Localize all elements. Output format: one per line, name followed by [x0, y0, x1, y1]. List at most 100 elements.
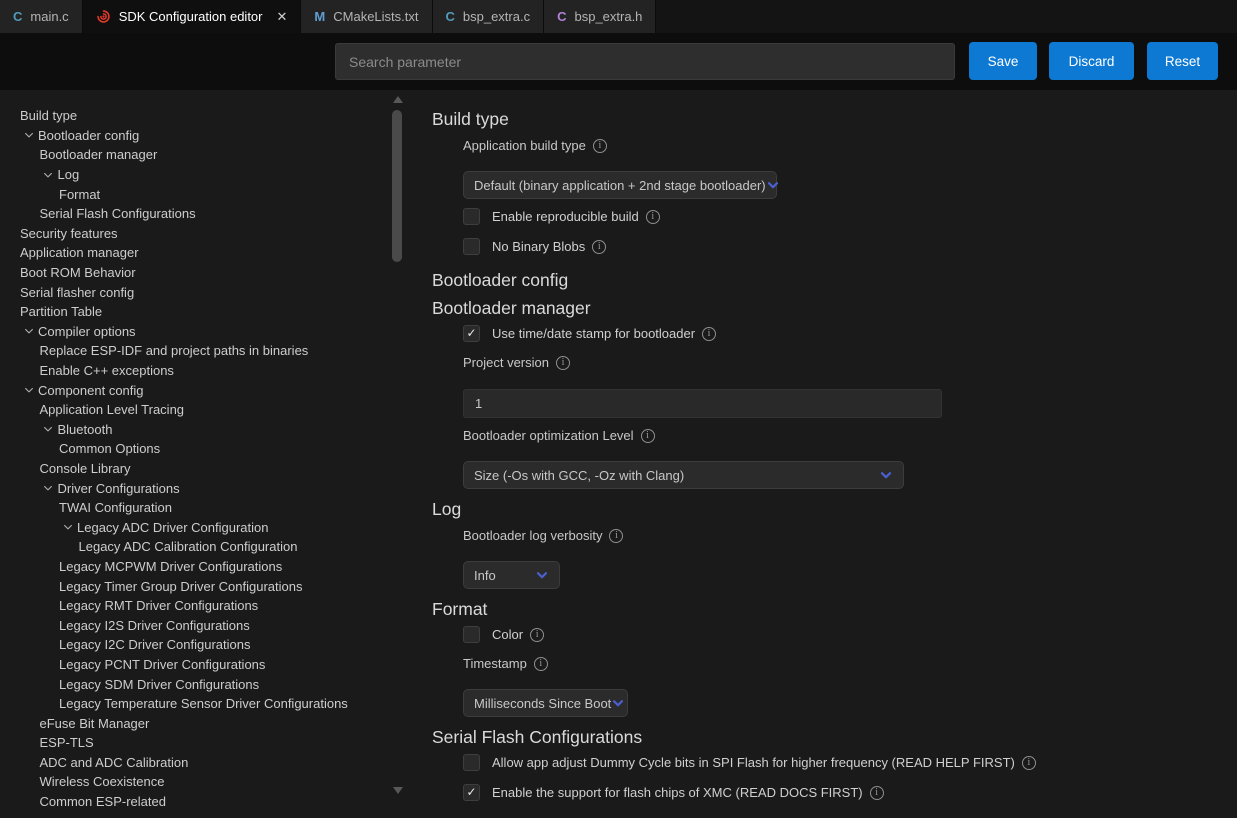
tree-item-legacy-rmt-driver-configurations[interactable]: Legacy RMT Driver Configurations	[0, 596, 390, 616]
chevron-down-icon[interactable]	[19, 325, 38, 337]
tree-item-twai-configuration[interactable]: TWAI Configuration	[0, 498, 390, 518]
tab-bsp-extra-h[interactable]: Cbsp_extra.h	[544, 0, 656, 33]
tree-item-label: Legacy I2S Driver Configurations	[59, 618, 250, 633]
checkbox-box[interactable]	[463, 754, 480, 771]
text-field-project-version[interactable]	[463, 389, 942, 418]
checkbox-no-binary-blobs[interactable]: No Binary Blobsi	[463, 238, 1237, 255]
tree-item-partition-table[interactable]: Partition Table	[0, 302, 390, 322]
tab-label: bsp_extra.h	[574, 9, 642, 24]
checkbox-label: Enable reproducible buildi	[492, 208, 660, 225]
checkbox-color[interactable]: Colori	[463, 626, 1237, 643]
tree-item-legacy-pcnt-driver-configurations[interactable]: Legacy PCNT Driver Configurations	[0, 655, 390, 675]
field-label-bootloader-optimization-level: Bootloader optimization Leveli	[463, 427, 1237, 444]
checkbox-box[interactable]	[463, 626, 480, 643]
tree-item-compiler-options[interactable]: Compiler options	[0, 322, 390, 342]
tree-item-wireless-coexistence[interactable]: Wireless Coexistence	[0, 772, 390, 792]
chevron-down-icon[interactable]	[39, 169, 58, 181]
tree-item-application-level-tracing[interactable]: Application Level Tracing	[0, 400, 390, 420]
select-app-build-type[interactable]: Default (binary application + 2nd stage …	[463, 171, 777, 199]
tree-item-component-config[interactable]: Component config	[0, 380, 390, 400]
save-button[interactable]: Save	[969, 42, 1037, 80]
tree-item-bluetooth[interactable]: Bluetooth	[0, 420, 390, 440]
tree-item-console-library[interactable]: Console Library	[0, 459, 390, 479]
tree-item-esp-tls[interactable]: ESP-TLS	[0, 733, 390, 753]
reset-button[interactable]: Reset	[1147, 42, 1218, 80]
tree-item-application-manager[interactable]: Application manager	[0, 243, 390, 263]
scroll-down-icon[interactable]	[393, 787, 403, 794]
search-input[interactable]	[335, 43, 955, 80]
tab-label: main.c	[30, 9, 68, 24]
config-category-tree: Build typeBootloader configBootloader ma…	[0, 90, 390, 818]
tree-item-label: Partition Table	[20, 304, 102, 319]
tree-item-serial-flash-configurations[interactable]: Serial Flash Configurations	[0, 204, 390, 224]
checkbox-use-time-date-stamp-for-bootloader[interactable]: ✓Use time/date stamp for bootloaderi	[463, 325, 1237, 342]
tree-item-legacy-i2c-driver-configurations[interactable]: Legacy I2C Driver Configurations	[0, 635, 390, 655]
chevron-down-icon[interactable]	[19, 384, 38, 396]
section-heading-log: Log	[432, 498, 1237, 520]
checkbox-label: Allow app adjust Dummy Cycle bits in SPI…	[492, 754, 1036, 771]
tree-item-label: Legacy ADC Driver Configuration	[77, 520, 268, 535]
select-bootloader-optimization[interactable]: Size (-Os with GCC, -Oz with Clang)	[463, 461, 904, 489]
tree-item-security-features[interactable]: Security features	[0, 224, 390, 244]
scrollbar-thumb[interactable]	[392, 110, 402, 262]
check-icon: ✓	[466, 325, 476, 342]
checkbox-enable-reproducible-build[interactable]: Enable reproducible buildi	[463, 208, 1237, 225]
tree-scrollbar[interactable]	[390, 90, 406, 818]
tree-item-boot-rom-behavior[interactable]: Boot ROM Behavior	[0, 263, 390, 283]
tree-item-format[interactable]: Format	[0, 184, 390, 204]
tree-item-common-options[interactable]: Common Options	[0, 439, 390, 459]
checkbox-box[interactable]	[463, 208, 480, 225]
checkbox-box[interactable]	[463, 238, 480, 255]
chevron-down-icon[interactable]	[19, 129, 38, 141]
chevron-down-icon	[535, 568, 549, 582]
tab-sdk-configuration-editor[interactable]: SDK Configuration editor✕	[83, 0, 302, 33]
tree-item-legacy-adc-driver-configuration[interactable]: Legacy ADC Driver Configuration	[0, 517, 390, 537]
espressif-icon	[96, 9, 111, 24]
tree-item-legacy-temperature-sensor-driver-configurations[interactable]: Legacy Temperature Sensor Driver Configu…	[0, 694, 390, 714]
tree-item-label: Console Library	[40, 461, 131, 476]
chevron-down-icon[interactable]	[58, 521, 77, 533]
tree-item-legacy-adc-calibration-configuration[interactable]: Legacy ADC Calibration Configuration	[0, 537, 390, 557]
select-timestamp[interactable]: Milliseconds Since Boot	[463, 689, 628, 717]
checkbox-label-text: Color	[492, 626, 523, 643]
info-icon: i	[530, 628, 544, 642]
chevron-down-icon[interactable]	[39, 482, 58, 494]
tree-item-legacy-timer-group-driver-configurations[interactable]: Legacy Timer Group Driver Configurations	[0, 576, 390, 596]
tree-item-log[interactable]: Log	[0, 165, 390, 185]
chevron-down-icon[interactable]	[39, 423, 58, 435]
section-heading-build-type: Build type	[432, 108, 1237, 130]
tree-item-enable-c-exceptions[interactable]: Enable C++ exceptions	[0, 361, 390, 381]
tree-item-label: Wireless Coexistence	[40, 774, 165, 789]
scroll-up-icon[interactable]	[393, 96, 403, 103]
tree-item-efuse-bit-manager[interactable]: eFuse Bit Manager	[0, 713, 390, 733]
tree-item-label: Format	[59, 187, 100, 202]
tree-item-label: Log	[58, 167, 80, 182]
checkbox-box[interactable]: ✓	[463, 784, 480, 801]
tree-item-bootloader-config[interactable]: Bootloader config	[0, 126, 390, 146]
tab-cmakelists-txt[interactable]: MCMakeLists.txt	[301, 0, 432, 33]
tree-item-bootloader-manager[interactable]: Bootloader manager	[0, 145, 390, 165]
tree-item-replace-esp-idf-and-project-paths-in-binaries[interactable]: Replace ESP-IDF and project paths in bin…	[0, 341, 390, 361]
tree-item-legacy-mcpwm-driver-configurations[interactable]: Legacy MCPWM Driver Configurations	[0, 557, 390, 577]
checkbox-label-text: Use time/date stamp for bootloader	[492, 325, 695, 342]
tree-item-build-type[interactable]: Build type	[0, 106, 390, 126]
tree-item-label: Common Options	[59, 441, 160, 456]
tree-item-adc-and-adc-calibration[interactable]: ADC and ADC Calibration	[0, 753, 390, 773]
tree-item-label: Serial flasher config	[20, 285, 134, 300]
checkbox-allow-app-adjust-dummy-cycle-bits-in-spi[interactable]: Allow app adjust Dummy Cycle bits in SPI…	[463, 754, 1237, 771]
tab-main-c[interactable]: Cmain.c	[0, 0, 83, 33]
tree-item-serial-flasher-config[interactable]: Serial flasher config	[0, 282, 390, 302]
tree-item-legacy-i2s-driver-configurations[interactable]: Legacy I2S Driver Configurations	[0, 615, 390, 635]
select-log-verbosity[interactable]: Info	[463, 561, 560, 589]
checkbox-label: Enable the support for flash chips of XM…	[492, 784, 884, 801]
tree-item-driver-configurations[interactable]: Driver Configurations	[0, 478, 390, 498]
checkbox-label-text: Allow app adjust Dummy Cycle bits in SPI…	[492, 754, 1015, 771]
checkbox-box[interactable]: ✓	[463, 325, 480, 342]
tree-item-common-esp-related[interactable]: Common ESP-related	[0, 792, 390, 812]
tree-item-legacy-sdm-driver-configurations[interactable]: Legacy SDM Driver Configurations	[0, 674, 390, 694]
tab-bsp-extra-c[interactable]: Cbsp_extra.c	[433, 0, 545, 33]
close-icon[interactable]: ✕	[277, 10, 288, 23]
checkbox-enable-the-support-for-flash-chips-of-xm[interactable]: ✓ Enable the support for flash chips of X…	[463, 784, 1237, 801]
tree-item-label: Common ESP-related	[40, 794, 166, 809]
discard-button[interactable]: Discard	[1049, 42, 1134, 80]
